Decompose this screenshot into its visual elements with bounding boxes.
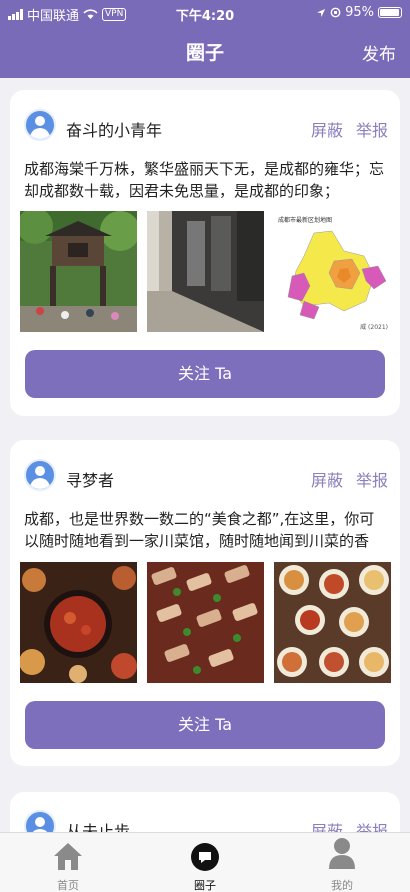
avatar[interactable] [24, 459, 56, 491]
tab-mine-label: 我的 [331, 879, 353, 892]
tab-circle-label: 圈子 [194, 879, 216, 892]
follow-button[interactable]: 关注 Ta [25, 701, 385, 749]
chat-bubble-icon [191, 843, 219, 871]
map-caption: 威 (2021) [360, 324, 388, 331]
status-bar: 中国联通 VPN 下午4:20 95% [0, 0, 410, 26]
block-button[interactable]: 屏蔽 [311, 117, 343, 141]
post-image[interactable] [147, 211, 264, 332]
home-icon [54, 843, 82, 870]
map-title: 成都市最新区划地图 [278, 217, 333, 224]
tab-circle[interactable]: 圈子 [155, 833, 255, 892]
tab-home[interactable]: 首页 [18, 833, 118, 892]
post-image[interactable] [20, 562, 137, 683]
publish-button[interactable]: 发布 [362, 40, 396, 65]
bottom-tab-bar: 首页 圈子 我的 [0, 832, 410, 892]
avatar[interactable] [24, 109, 56, 141]
report-button[interactable]: 举报 [356, 117, 388, 141]
post-username[interactable]: 奋斗的小青年 [66, 117, 162, 141]
tab-home-label: 首页 [57, 879, 79, 892]
location-icon [317, 8, 326, 17]
top-bar: 中国联通 VPN 下午4:20 95% 圈子 发布 [0, 0, 410, 78]
report-button[interactable]: 举报 [356, 467, 388, 491]
user-icon [329, 838, 355, 869]
post-image[interactable] [274, 562, 391, 683]
battery-icon [378, 7, 402, 18]
tab-mine[interactable]: 我的 [292, 833, 392, 892]
post-username[interactable]: 寻梦者 [66, 467, 114, 491]
post-image[interactable] [20, 211, 137, 332]
orientation-lock-icon [330, 7, 341, 18]
post-card: 寻梦者 屏蔽 举报 成都，也是世界数一数二的“美食之都”,在这里，你可以随时随地… [10, 440, 400, 766]
post-card: 奋斗的小青年 屏蔽 举报 成都海棠千万株，繁华盛丽天下无，是成都的雍华；忘却成都… [10, 90, 400, 416]
post-text: 成都，也是世界数一数二的“美食之都”,在这里，你可以随时随地看到一家川菜馆，随时… [24, 510, 375, 550]
district-map-image[interactable]: 成都市最新区划地图 威 (2021) [274, 211, 391, 332]
page-title: 圈子 [185, 42, 224, 64]
post-image[interactable] [147, 562, 264, 683]
follow-button[interactable]: 关注 Ta [25, 350, 385, 398]
post-text: 成都海棠千万株，繁华盛丽天下无，是成都的雍华；忘却成都数十载，因君未免思量，是成… [24, 160, 385, 200]
battery-percent: 95% [345, 5, 374, 20]
block-button[interactable]: 屏蔽 [311, 467, 343, 491]
